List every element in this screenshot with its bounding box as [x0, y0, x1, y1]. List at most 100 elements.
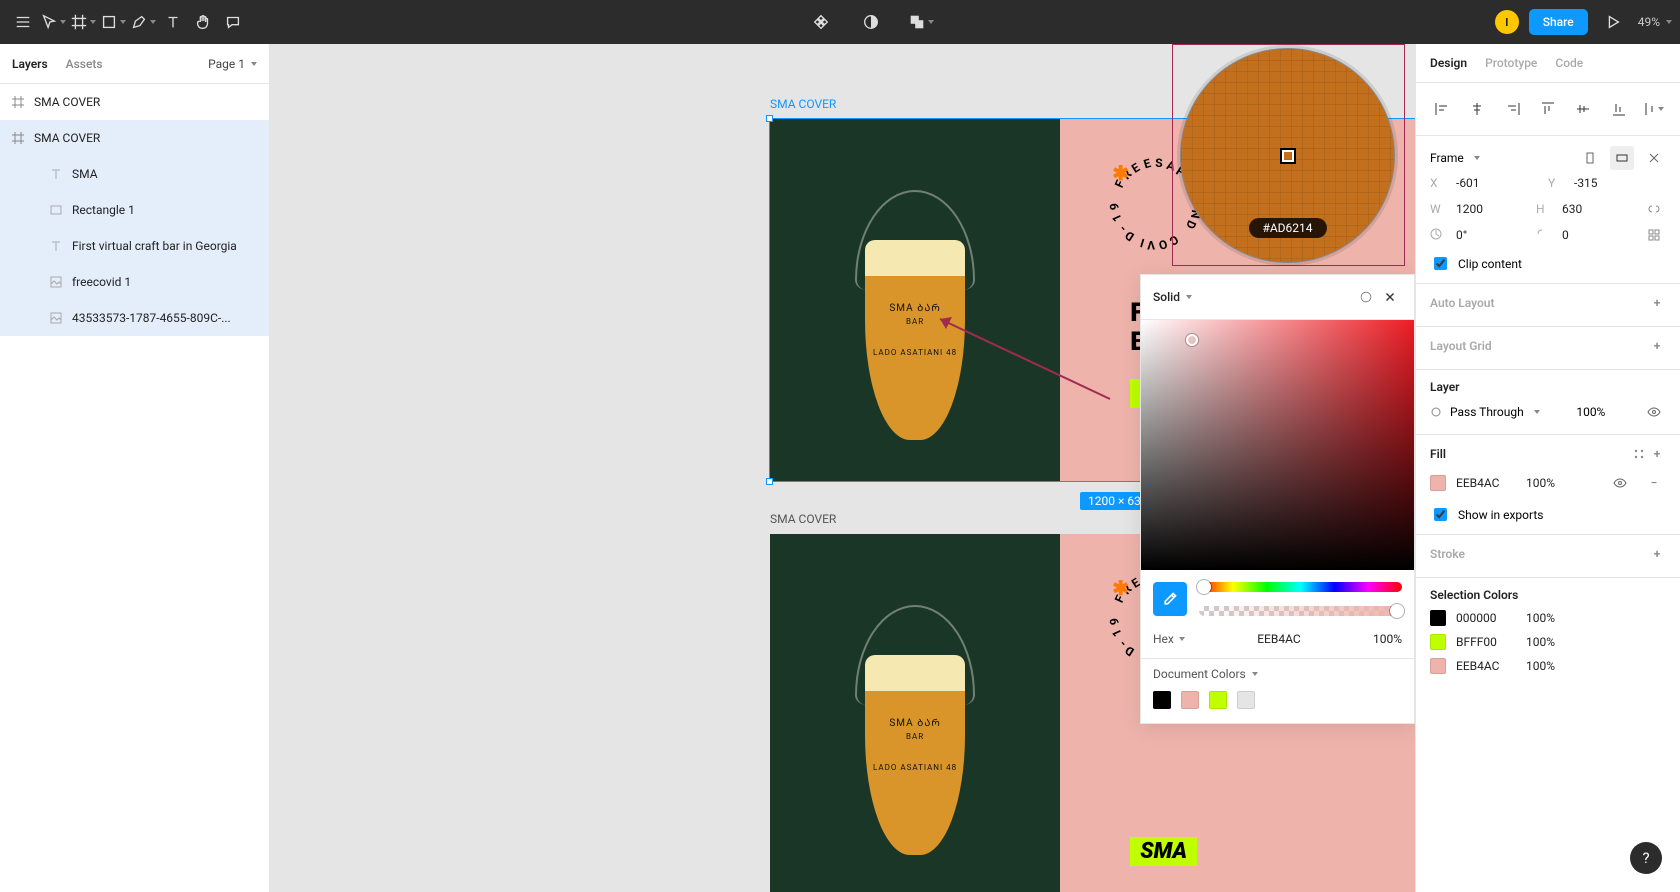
tab-layers[interactable]: Layers — [12, 57, 48, 71]
layers-panel: Layers Assets Page 1 SMA COVER SMA COVER S… — [0, 44, 270, 892]
layer-label: Rectangle 1 — [72, 203, 135, 217]
tab-prototype[interactable]: Prototype — [1485, 56, 1537, 70]
close-icon[interactable] — [1378, 285, 1402, 309]
image-icon — [48, 274, 64, 290]
layer-label: freecovid 1 — [72, 275, 131, 289]
layer-row[interactable]: SMA COVER — [0, 84, 269, 120]
fill-hex[interactable]: EEB4AC — [1456, 476, 1516, 490]
beer-glass-image: SMA ᲑᲐᲠBARLADO ASATIANI 48 — [855, 160, 975, 440]
layer-row[interactable]: Rectangle 1 — [0, 192, 269, 228]
fill-swatch[interactable] — [1430, 475, 1446, 491]
sel-color-swatch[interactable] — [1430, 610, 1446, 626]
align-vcenter-icon[interactable] — [1573, 99, 1593, 119]
layer-label: 43533573-1787-4655-809C-... — [72, 311, 231, 325]
present-icon[interactable] — [1598, 2, 1628, 42]
link-wh-icon[interactable] — [1642, 197, 1666, 221]
layer-label: SMA — [72, 167, 98, 181]
radius-input[interactable] — [1562, 226, 1622, 244]
y-input[interactable] — [1574, 174, 1634, 192]
layer-row[interactable]: freecovid 1 — [0, 264, 269, 300]
mask-icon[interactable] — [856, 2, 886, 42]
visibility-icon[interactable] — [1642, 400, 1666, 424]
doc-colors-label[interactable]: Document Colors — [1153, 667, 1402, 681]
frame-label[interactable]: SMA COVER — [770, 512, 836, 526]
help-button[interactable]: ? — [1630, 842, 1662, 874]
corner-options-icon[interactable] — [1642, 223, 1666, 247]
blend-mode-select[interactable]: Pass Through — [1430, 405, 1540, 419]
sma-tag: SMA — [1130, 837, 1197, 866]
zoom-level[interactable]: 49% — [1638, 15, 1672, 29]
tab-assets[interactable]: Assets — [66, 57, 103, 71]
sel-color-swatch[interactable] — [1430, 634, 1446, 650]
color-model-select[interactable]: Hex — [1153, 632, 1185, 646]
w-input[interactable] — [1456, 200, 1516, 218]
fill-visibility-icon[interactable] — [1608, 471, 1632, 495]
tab-design[interactable]: Design — [1430, 56, 1467, 70]
fill-opacity[interactable]: 100% — [1526, 476, 1566, 490]
share-button[interactable]: Share — [1529, 9, 1588, 35]
doc-color-swatch[interactable] — [1209, 691, 1227, 709]
orient-portrait-icon[interactable] — [1578, 146, 1602, 170]
orient-landscape-icon[interactable] — [1610, 146, 1634, 170]
eyedropper-button[interactable] — [1153, 582, 1187, 616]
top-toolbar: I Share 49% — [0, 0, 1680, 44]
menu-icon[interactable] — [8, 2, 38, 42]
h-input[interactable] — [1562, 200, 1622, 218]
component-icon[interactable] — [806, 2, 836, 42]
align-left-icon[interactable] — [1432, 99, 1452, 119]
x-input[interactable] — [1456, 174, 1516, 192]
doc-color-swatch[interactable] — [1153, 691, 1171, 709]
doc-color-swatch[interactable] — [1181, 691, 1199, 709]
add-fill-icon[interactable]: + — [1648, 445, 1666, 463]
remove-fill-icon[interactable]: − — [1642, 471, 1666, 495]
canvas[interactable]: SMA COVER SMA ᲑᲐᲠBARLADO ASATIANI 48 SAF… — [270, 44, 1415, 892]
frame-tool-icon[interactable] — [68, 2, 98, 42]
layer-row[interactable]: 43533573-1787-4655-809C-... — [0, 300, 269, 336]
layer-label: First virtual craft bar in Georgia — [72, 239, 237, 253]
distribute-icon[interactable] — [1644, 99, 1664, 119]
hand-tool-icon[interactable] — [188, 2, 218, 42]
doc-color-swatch[interactable] — [1237, 691, 1255, 709]
add-autolayout-icon[interactable]: + — [1648, 294, 1666, 312]
layer-row[interactable]: SMA COVER — [0, 120, 269, 156]
boolean-icon[interactable] — [906, 2, 936, 42]
pen-tool-icon[interactable] — [128, 2, 158, 42]
alpha-slider[interactable] — [1199, 606, 1402, 616]
align-top-icon[interactable] — [1538, 99, 1558, 119]
move-tool-icon[interactable] — [38, 2, 68, 42]
rotation-input[interactable] — [1456, 226, 1516, 244]
blend-options-icon[interactable] — [1354, 285, 1378, 309]
hue-slider[interactable] — [1199, 582, 1402, 592]
align-right-icon[interactable] — [1503, 99, 1523, 119]
add-stroke-icon[interactable]: + — [1648, 545, 1666, 563]
picker-mode-select[interactable]: Solid — [1153, 290, 1192, 304]
comment-tool-icon[interactable] — [218, 2, 248, 42]
shape-tool-icon[interactable] — [98, 2, 128, 42]
clip-content-checkbox[interactable] — [1434, 257, 1447, 270]
color-field[interactable] — [1141, 320, 1414, 570]
sel-color-pct: 100% — [1526, 659, 1566, 673]
tab-code[interactable]: Code — [1555, 56, 1583, 70]
frame-label[interactable]: SMA COVER — [770, 97, 836, 111]
layer-label: SMA COVER — [34, 95, 100, 109]
text-icon — [48, 166, 64, 182]
layer-row[interactable]: SMA — [0, 156, 269, 192]
hex-value[interactable]: EEB4AC — [1195, 632, 1363, 646]
layer-opacity[interactable]: 100% — [1576, 405, 1605, 419]
add-grid-icon[interactable]: + — [1648, 337, 1666, 355]
frame-type-select[interactable]: Frame — [1430, 151, 1480, 165]
show-in-exports-checkbox[interactable] — [1434, 508, 1447, 521]
fit-to-content-icon[interactable] — [1642, 146, 1666, 170]
sampled-color-value: #AD6214 — [1248, 218, 1326, 238]
text-tool-icon[interactable] — [158, 2, 188, 42]
avatar[interactable]: I — [1495, 10, 1519, 34]
layer-row[interactable]: First virtual craft bar in Georgia — [0, 228, 269, 264]
text-icon — [48, 238, 64, 254]
align-bottom-icon[interactable] — [1609, 99, 1629, 119]
opacity-value[interactable]: 100% — [1373, 632, 1402, 646]
image-icon — [48, 310, 64, 326]
align-hcenter-icon[interactable] — [1467, 99, 1487, 119]
sel-color-swatch[interactable] — [1430, 658, 1446, 674]
fill-styles-icon[interactable] — [1630, 445, 1648, 463]
page-selector[interactable]: Page 1 — [208, 57, 257, 71]
